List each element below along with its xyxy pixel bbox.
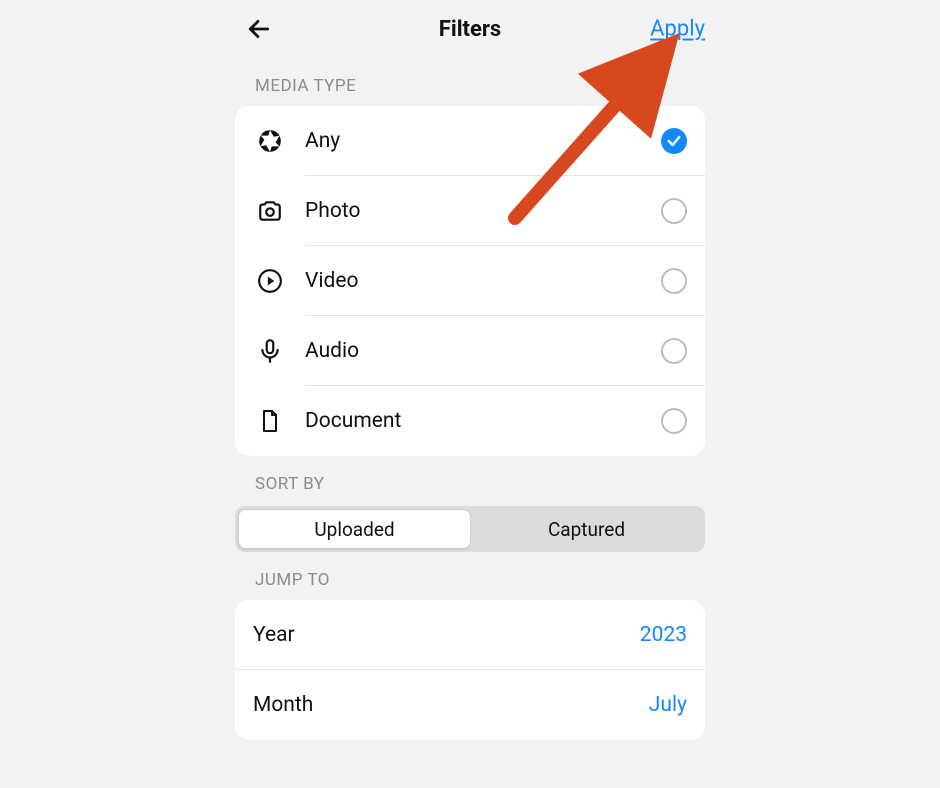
jump-to-month-label: Month bbox=[253, 693, 313, 717]
media-type-label: Audio bbox=[305, 339, 359, 363]
sort-by-captured[interactable]: Captured bbox=[471, 509, 702, 549]
jump-to-month-value: July bbox=[649, 693, 687, 717]
jump-to-month[interactable]: Month July bbox=[235, 670, 705, 740]
media-type-video[interactable]: Video bbox=[235, 246, 705, 316]
radio-audio[interactable] bbox=[661, 338, 687, 364]
play-circle-icon bbox=[257, 268, 283, 294]
radio-photo[interactable] bbox=[661, 198, 687, 224]
check-icon bbox=[666, 133, 682, 149]
page-title: Filters bbox=[439, 17, 501, 42]
jump-to-year[interactable]: Year 2023 bbox=[235, 600, 705, 670]
section-label-media-type: MEDIA TYPE bbox=[235, 58, 705, 106]
media-type-label: Photo bbox=[305, 199, 360, 223]
filters-screen: Filters Apply MEDIA TYPE Any bbox=[235, 0, 705, 770]
radio-video[interactable] bbox=[661, 268, 687, 294]
section-label-sort-by: SORT BY bbox=[235, 456, 705, 504]
media-type-label: Any bbox=[305, 129, 340, 153]
section-label-jump-to: JUMP TO bbox=[235, 552, 705, 600]
apply-button[interactable]: Apply bbox=[650, 17, 705, 42]
aperture-icon bbox=[257, 128, 283, 154]
media-type-any[interactable]: Any bbox=[235, 106, 705, 176]
header: Filters Apply bbox=[235, 0, 705, 58]
mic-icon bbox=[257, 338, 283, 364]
radio-document[interactable] bbox=[661, 408, 687, 434]
media-type-label: Video bbox=[305, 269, 358, 293]
arrow-left-icon bbox=[246, 16, 272, 42]
sort-by-segmented: Uploaded Captured bbox=[235, 506, 705, 552]
camera-icon bbox=[257, 198, 283, 224]
media-type-photo[interactable]: Photo bbox=[235, 176, 705, 246]
jump-to-card: Year 2023 Month July bbox=[235, 600, 705, 740]
media-type-document[interactable]: Document bbox=[235, 386, 705, 456]
jump-to-year-value: 2023 bbox=[640, 623, 687, 647]
media-type-label: Document bbox=[305, 409, 401, 433]
document-icon bbox=[258, 408, 282, 434]
media-type-audio[interactable]: Audio bbox=[235, 316, 705, 386]
back-button[interactable] bbox=[241, 11, 277, 47]
media-type-card: Any Photo bbox=[235, 106, 705, 456]
radio-any[interactable] bbox=[661, 128, 687, 154]
sort-by-uploaded[interactable]: Uploaded bbox=[238, 509, 471, 549]
jump-to-year-label: Year bbox=[253, 623, 295, 647]
